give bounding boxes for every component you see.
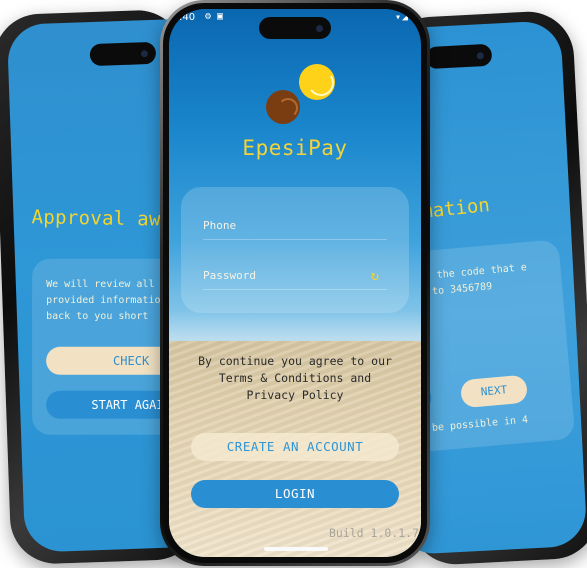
login-screen: :40 ⚙ ▣ ▾◢ EpesiPay Phone Password ↻ By … [169,9,421,557]
logo-yellow-coin-icon [299,64,335,100]
dynamic-island [425,43,493,70]
resend-note: ill be possible in 4 [407,414,529,436]
phone-placeholder: Phone [203,219,237,232]
password-input[interactable]: Password ↻ [203,263,387,290]
dynamic-island [89,41,157,67]
dynamic-island [259,17,331,39]
password-visibility-icon[interactable]: ↻ [371,263,379,289]
create-account-button[interactable]: CREATE AN ACCOUNT [191,433,399,461]
terms-text: By continue you agree to our Terms & Con… [169,353,421,404]
build-version: Build 1.0.1.7 [328,526,419,540]
login-form-card: Phone Password ↻ [181,187,409,313]
password-placeholder: Password [203,269,256,282]
phone-input[interactable]: Phone [203,213,387,240]
next-button[interactable]: NEXT [459,374,529,409]
login-button[interactable]: LOGIN [191,480,399,508]
status-icons: ⚙ ▣ [205,11,224,22]
center-phone-mockup: :40 ⚙ ▣ ▾◢ EpesiPay Phone Password ↻ By … [160,0,430,566]
home-indicator[interactable] [264,547,328,551]
privacy-link[interactable]: Privacy Policy [169,387,421,404]
signal-battery-icon: ▾◢ [394,12,409,23]
terms-link[interactable]: Terms & Conditions and [169,370,421,387]
status-time: :40 [179,12,196,23]
logo-brown-coin-icon [266,90,300,124]
terms-line-1: By continue you agree to our [198,354,392,368]
app-name: EpesiPay [242,136,348,160]
